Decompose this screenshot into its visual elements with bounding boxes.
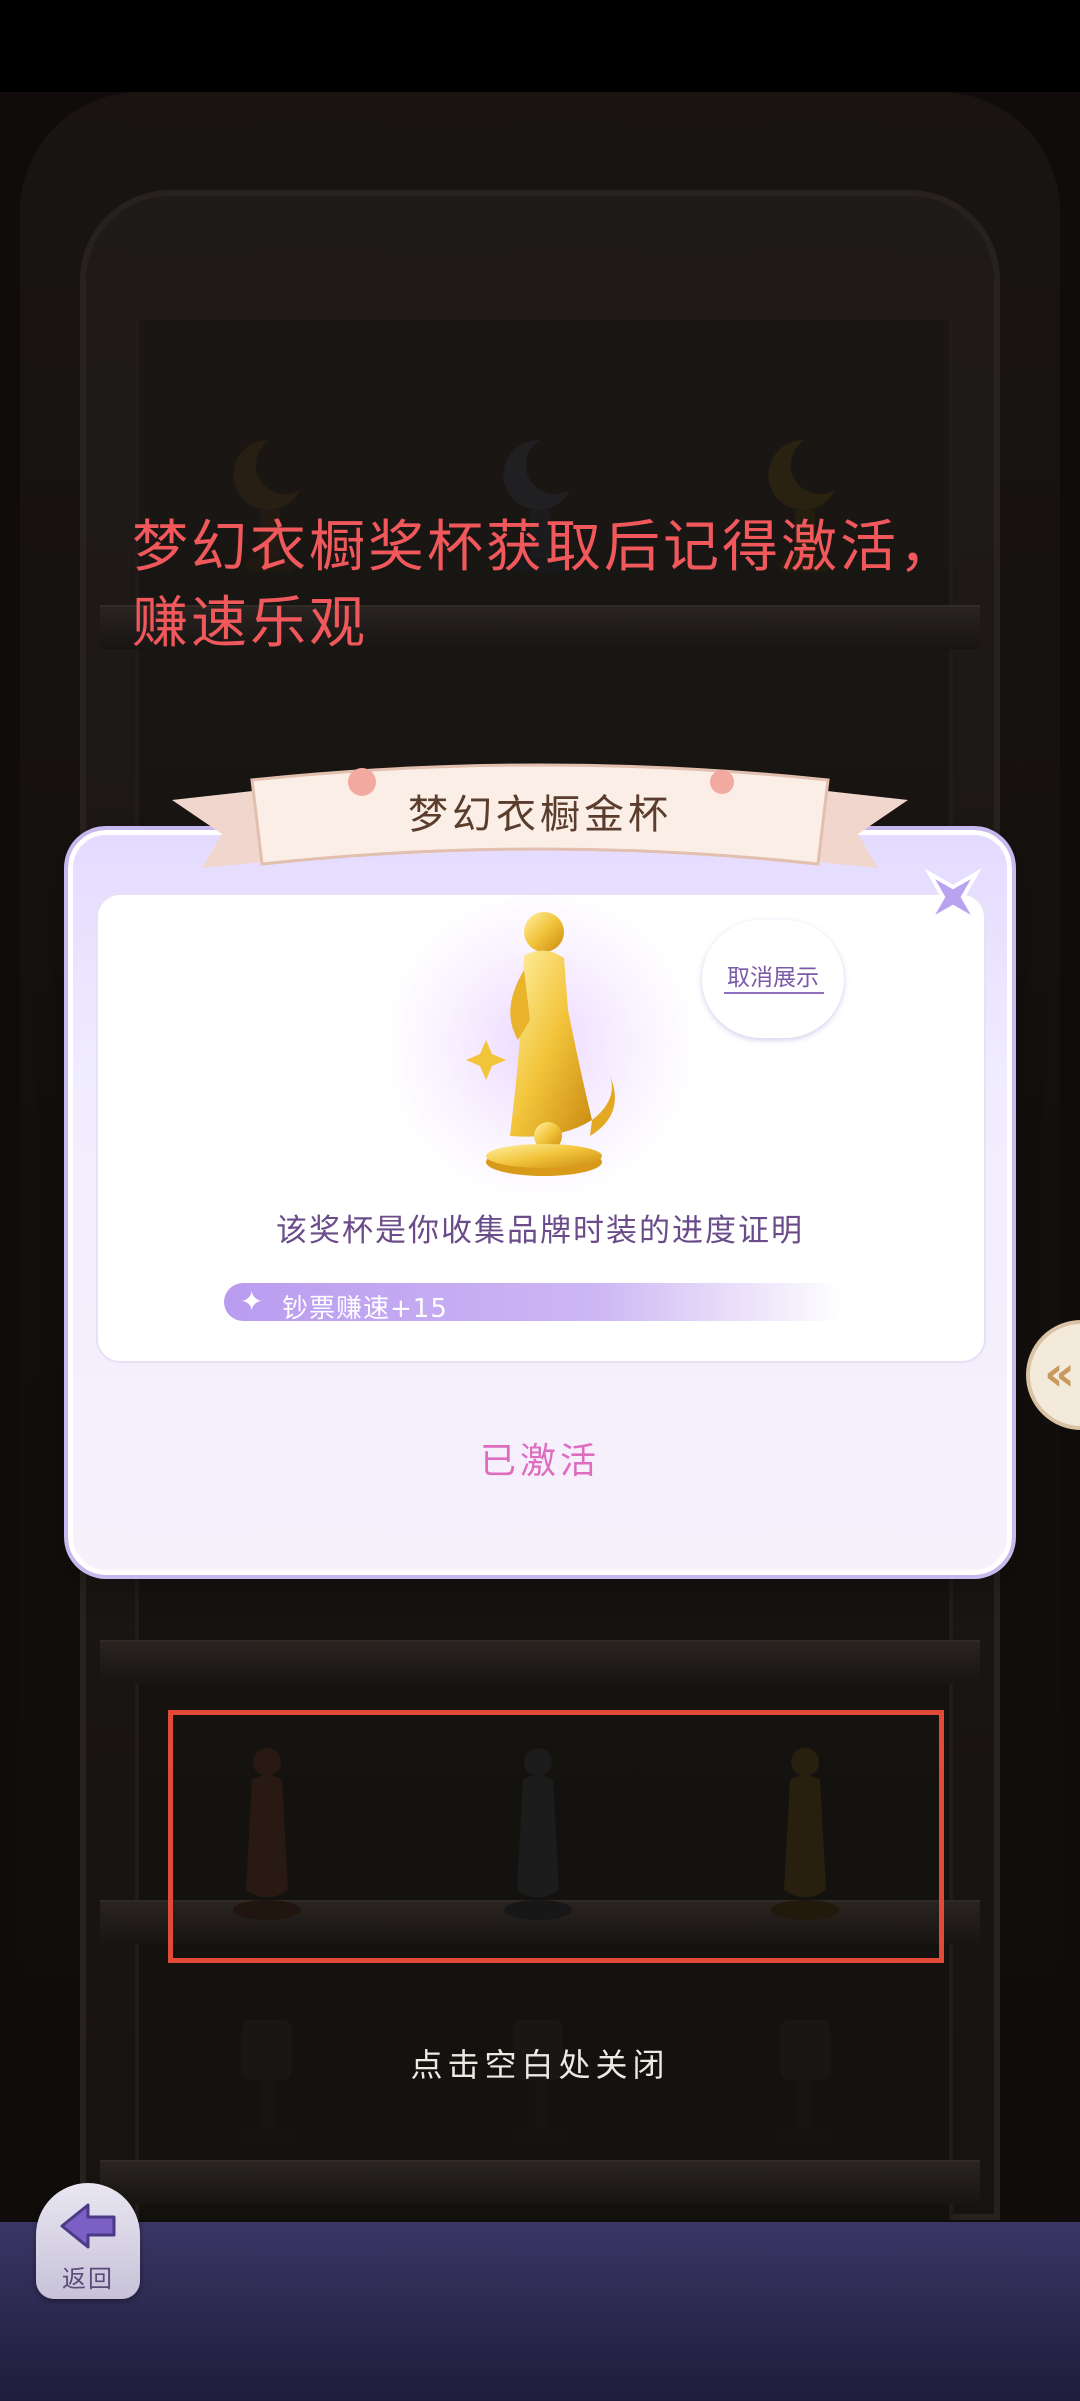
bottom-bar xyxy=(0,2222,1080,2401)
cancel-display-underline xyxy=(724,992,824,994)
gold-lady-trophy-icon xyxy=(440,900,640,1190)
activated-status: 已激活 xyxy=(479,1441,600,1482)
bonus-text: 钞票赚速+15 xyxy=(282,1294,448,1324)
status-bar xyxy=(0,0,1080,92)
dialog-title: 梦幻衣橱金杯 xyxy=(408,792,672,838)
cancel-display-label: 取消展示 xyxy=(727,965,819,991)
double-chevron-left-icon: « xyxy=(1044,1346,1076,1402)
tap-to-close-hint: 点击空白处关闭 xyxy=(410,2046,670,2084)
annotation-note: 梦幻衣橱奖杯获取后记得激活，赚速乐观 xyxy=(132,515,958,656)
close-icon[interactable] xyxy=(914,858,992,936)
trophy-description: 该奖杯是你收集品牌时装的进度证明 xyxy=(276,1213,804,1249)
cancel-display-button[interactable]: 取消展示 xyxy=(702,920,844,1038)
back-label: 返回 xyxy=(62,2265,114,2293)
sparkle-icon: ✦ xyxy=(240,1285,264,1318)
back-button[interactable]: 返回 xyxy=(36,2183,140,2299)
back-arrow-icon xyxy=(58,2201,118,2251)
bonus-bar: ✦ 钞票赚速+15 xyxy=(224,1283,844,1324)
highlight-box xyxy=(168,1710,944,1963)
